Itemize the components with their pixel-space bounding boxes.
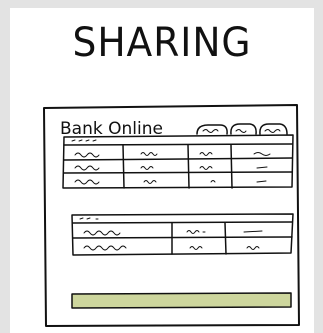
accounts-table-scribbles — [71, 139, 271, 185]
submit-bar[interactable] — [71, 292, 292, 309]
accounts-table — [62, 134, 294, 189]
header-tab-3[interactable] — [259, 123, 288, 135]
header-tab-2[interactable] — [230, 123, 257, 135]
bank-online-sketch: Bank Online — [43, 104, 300, 327]
page: SHARING Bank Online — [0, 0, 323, 333]
header-tab-1[interactable] — [196, 124, 228, 135]
